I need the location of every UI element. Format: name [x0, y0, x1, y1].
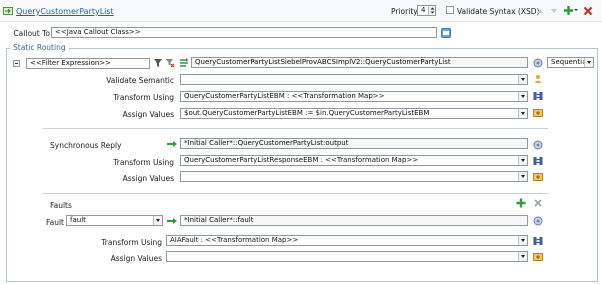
validate-syntax-checkbox[interactable] — [446, 6, 454, 14]
semantic-validator-icon[interactable] — [533, 74, 543, 84]
transform-using-value: QueryCustomerPartyListEBM : <<Transforma… — [184, 92, 385, 100]
routing-separator — [43, 128, 548, 129]
service-icon — [179, 58, 189, 68]
spinner-arrows-icon[interactable] — [428, 6, 435, 15]
chevron-down-icon[interactable] — [584, 58, 593, 67]
fault-transform-value: AIAFault : <<Transformation Map>> — [170, 236, 299, 244]
chevron-down-icon[interactable] — [518, 92, 527, 101]
move-up-icon[interactable] — [535, 6, 545, 16]
settings-gear-icon[interactable] — [533, 140, 543, 150]
add-fault-icon[interactable] — [516, 198, 526, 208]
fault-assign-field[interactable] — [166, 251, 528, 262]
filter-icon[interactable] — [153, 58, 163, 68]
static-routing-legend: Static Routing — [10, 43, 69, 52]
sync-reply-target-field[interactable]: *Initial Caller*::QueryCustomerPartyList… — [180, 138, 528, 149]
faults-separator — [43, 193, 548, 194]
validate-syntax-label: Validate Syntax (XSD) — [457, 7, 540, 16]
validate-semantic-label: Validate Semantic — [106, 76, 174, 85]
validate-semantic-select[interactable] — [180, 74, 528, 85]
fault-transform-label: Transform Using — [101, 238, 162, 247]
execution-mode-select[interactable]: Sequential — [547, 57, 594, 68]
priority-spinner[interactable]: 4 — [417, 5, 436, 16]
routing-rule-icon — [3, 6, 13, 16]
page-title[interactable]: QueryCustomerPartyList — [16, 7, 114, 16]
assign-values-label: Assign Values — [122, 110, 174, 119]
faults-title: Faults — [50, 201, 72, 210]
assign-values-icon[interactable] — [533, 172, 543, 182]
fault-target-field[interactable]: *Initial Caller*::fault — [180, 215, 528, 226]
fault-select[interactable]: fault — [66, 215, 163, 226]
browse-class-icon[interactable] — [441, 28, 451, 38]
delete-fault-icon[interactable] — [533, 198, 543, 208]
chevron-down-icon[interactable] — [518, 252, 527, 261]
move-down-icon[interactable] — [549, 6, 559, 16]
add-rule-icon[interactable] — [564, 5, 578, 15]
sync-reply-label: Synchronous Reply — [50, 141, 122, 150]
reply-transform-label: Transform Using — [113, 158, 174, 167]
reply-assign-field[interactable] — [180, 171, 528, 182]
callout-to-label: Callout To — [13, 29, 50, 38]
chevron-down-icon[interactable] — [518, 236, 527, 245]
assign-values-field[interactable]: $out.QueryCustomerPartyListEBM := $in.Qu… — [180, 108, 528, 119]
reply-assign-label: Assign Values — [122, 174, 174, 183]
reply-transform-select[interactable]: QueryCustomerPartyListResponseEBM : <<Tr… — [180, 155, 528, 166]
assign-values-icon[interactable] — [533, 252, 543, 262]
settings-gear-icon[interactable] — [533, 216, 543, 226]
fault-transform-select[interactable]: AIAFault : <<Transformation Map>> — [166, 235, 528, 246]
fault-assign-label: Assign Values — [110, 254, 162, 263]
priority-value: 4 — [421, 6, 426, 14]
transform-using-select[interactable]: QueryCustomerPartyListEBM : <<Transforma… — [180, 91, 528, 102]
callout-to-field[interactable]: <<Java Callout Class>> — [51, 27, 437, 38]
reply-transform-value: QueryCustomerPartyListResponseEBM : <<Tr… — [184, 156, 419, 164]
target-service-field[interactable]: QueryCustomerPartyListSiebelProvABCSImpl… — [191, 57, 528, 68]
execution-mode-value: Sequential — [551, 58, 589, 66]
reply-arrow-icon — [166, 139, 178, 149]
fault-label: Fault — [46, 218, 64, 227]
assign-values-icon[interactable] — [533, 108, 543, 118]
priority-label: Priority — [391, 7, 418, 16]
chevron-down-icon[interactable] — [153, 216, 162, 225]
fault-value: fault — [70, 216, 86, 224]
assign-values-value: $out.QueryCustomerPartyListEBM := $in.Qu… — [184, 109, 430, 117]
chevron-down-icon[interactable] — [518, 156, 527, 165]
transformation-map-icon[interactable] — [533, 236, 543, 246]
chevron-down-icon[interactable] — [518, 75, 527, 84]
delete-rule-icon[interactable] — [583, 6, 593, 16]
chevron-down-icon[interactable] — [518, 172, 527, 181]
transformation-map-icon[interactable] — [533, 156, 543, 166]
settings-gear-icon[interactable] — [533, 58, 543, 68]
transform-using-label: Transform Using — [113, 93, 174, 102]
transformation-map-icon[interactable] — [533, 91, 543, 101]
collapse-toggle-icon[interactable] — [13, 60, 20, 67]
filter-expression-field[interactable]: <<Filter Expression>> — [26, 58, 150, 69]
reply-arrow-icon — [166, 216, 178, 226]
clear-filter-icon[interactable] — [165, 58, 175, 68]
chevron-down-icon[interactable] — [518, 109, 527, 118]
